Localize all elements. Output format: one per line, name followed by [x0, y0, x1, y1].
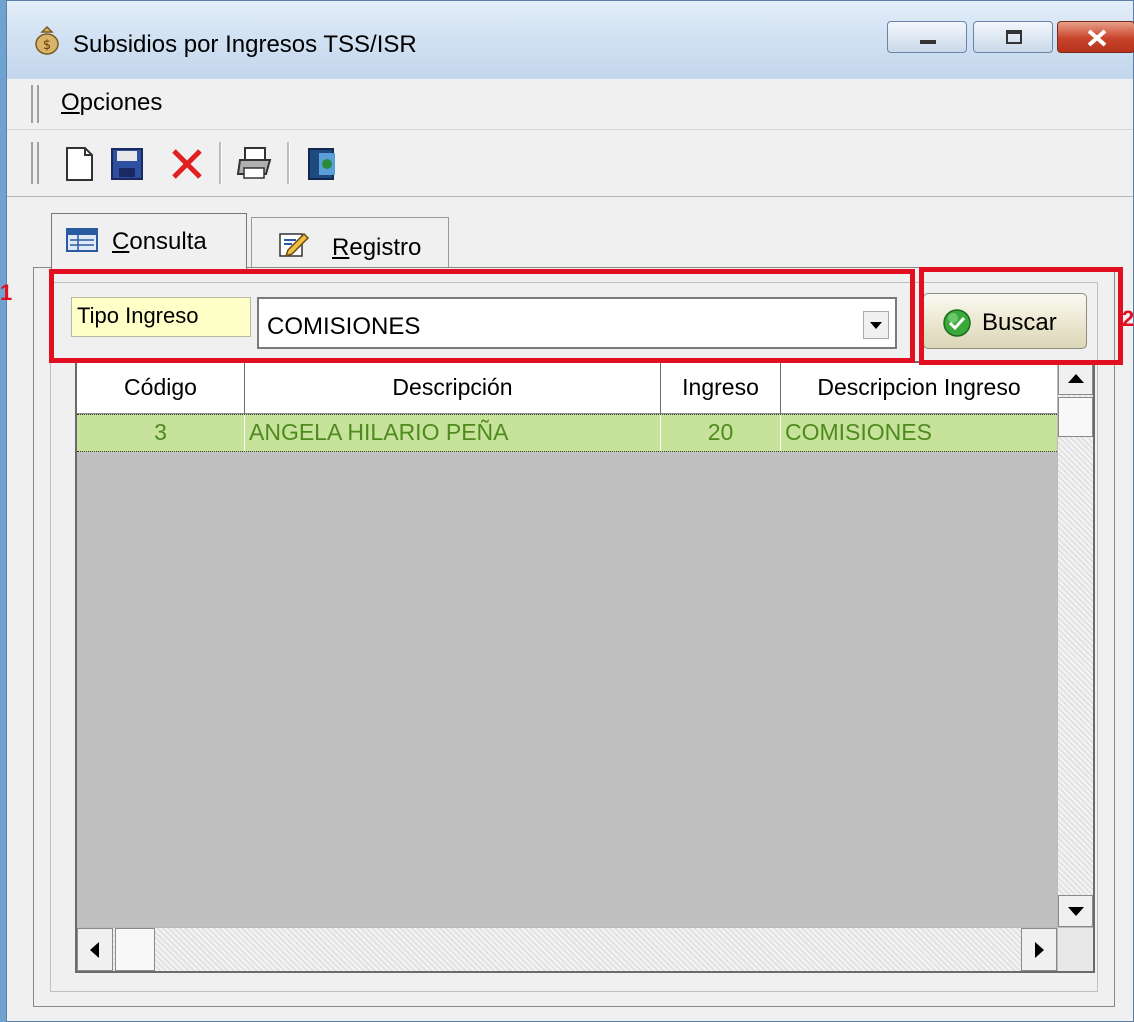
- cell-descripcion-ingreso[interactable]: COMISIONES: [781, 415, 1057, 451]
- new-document-icon[interactable]: [59, 144, 99, 184]
- scroll-right-icon[interactable]: [1021, 928, 1057, 971]
- title-bar[interactable]: $ Subsidios por Ingresos TSS/ISR: [7, 1, 1134, 79]
- col-header-codigo[interactable]: Código: [77, 363, 245, 413]
- save-icon[interactable]: [107, 144, 147, 184]
- exit-icon[interactable]: [303, 144, 343, 184]
- scroll-up-icon[interactable]: [1058, 363, 1093, 395]
- cell-descripcion[interactable]: ANGELA HILARIO PEÑA: [245, 415, 661, 451]
- annotation-number-1: 1: [0, 280, 13, 305]
- tab-consulta-label: Consulta: [112, 228, 207, 255]
- scrollbar-corner: [1057, 927, 1093, 971]
- annotation-box-2: [919, 267, 1123, 365]
- menu-opciones[interactable]: Opciones: [61, 89, 162, 117]
- menu-bar: Opciones: [7, 79, 1133, 130]
- toolbar-separator: [287, 142, 290, 184]
- toolbar: [7, 130, 1133, 197]
- col-header-descripcion-ingreso[interactable]: Descripcion Ingreso: [781, 363, 1057, 413]
- app-window: $ Subsidios por Ingresos TSS/ISR Opcione…: [6, 0, 1134, 1022]
- toolbar-grip[interactable]: [31, 142, 39, 184]
- toolbar-separator: [219, 142, 222, 184]
- svg-text:$: $: [43, 38, 51, 53]
- horizontal-scroll-thumb[interactable]: [115, 928, 155, 971]
- money-bag-icon: $: [32, 23, 62, 55]
- annotation-box-1: [49, 269, 915, 363]
- annotation-number-2: 2: [1122, 306, 1134, 331]
- window-title: Subsidios por Ingresos TSS/ISR: [73, 31, 417, 58]
- vertical-scroll-thumb[interactable]: [1058, 397, 1093, 437]
- scroll-down-icon[interactable]: [1058, 895, 1093, 927]
- results-grid[interactable]: Código Descripción Ingreso Descripcion I…: [75, 361, 1095, 973]
- tab-registro-label: Registro: [332, 234, 422, 261]
- grid-header: Código Descripción Ingreso Descripcion I…: [77, 363, 1057, 414]
- query-table-icon: [66, 226, 98, 254]
- close-button[interactable]: [1057, 21, 1134, 53]
- col-header-ingreso[interactable]: Ingreso: [661, 363, 781, 413]
- cell-codigo[interactable]: 3: [77, 415, 245, 451]
- edit-pencil-icon: [278, 230, 310, 258]
- maximize-button[interactable]: [973, 21, 1053, 53]
- delete-icon[interactable]: [167, 144, 207, 184]
- horizontal-scrollbar[interactable]: [77, 927, 1057, 971]
- minimize-button[interactable]: [887, 21, 967, 53]
- vertical-scrollbar[interactable]: [1057, 363, 1093, 927]
- cell-ingreso[interactable]: 20: [661, 415, 781, 451]
- tab-consulta[interactable]: Consulta: [51, 213, 247, 269]
- table-row[interactable]: 3 ANGELA HILARIO PEÑA 20 COMISIONES: [77, 414, 1057, 452]
- menu-grip[interactable]: [31, 85, 39, 123]
- col-header-descripcion[interactable]: Descripción: [245, 363, 661, 413]
- scroll-left-icon[interactable]: [77, 928, 113, 971]
- print-icon[interactable]: [235, 144, 275, 184]
- tab-registro[interactable]: Registro: [251, 217, 449, 267]
